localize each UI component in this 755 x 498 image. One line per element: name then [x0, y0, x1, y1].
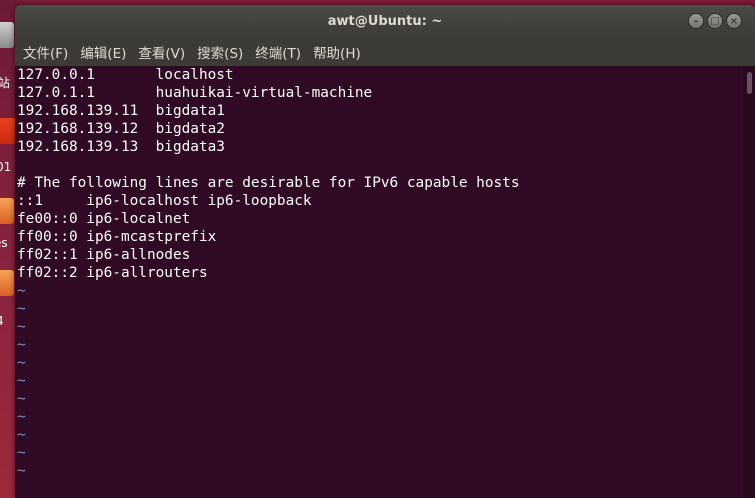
vim-tilde-marker: ~ — [17, 391, 26, 407]
app-icon-red[interactable] — [0, 118, 16, 144]
vim-tilde-marker: ~ — [17, 355, 26, 371]
vim-tilde-marker: ~ — [17, 409, 26, 425]
vim-tilde-marker: ~ — [17, 445, 26, 461]
minimize-button[interactable]: – — [688, 13, 704, 29]
terminal-line: ff02::1 ip6-allnodes — [17, 247, 191, 263]
vim-tilde-marker: ~ — [17, 301, 26, 317]
vim-tilde-marker: ~ — [17, 283, 26, 299]
terminal-line: fe00::0 ip6-localnet — [17, 211, 191, 227]
desktop-label-folder-2: 4 — [0, 314, 4, 328]
desktop-label-folder: es — [0, 236, 8, 250]
folder-icon[interactable] — [0, 198, 14, 224]
desktop-label-trash: 站 — [0, 76, 11, 90]
vim-tilde-marker: ~ — [17, 337, 26, 353]
menu-edit[interactable]: 编辑(E) — [80, 40, 126, 64]
terminal-window: awt@Ubuntu: ~ – □ × 文件(F) 编辑(E) 查看(V) 搜索… — [15, 5, 755, 498]
vim-tilde-marker: ~ — [17, 319, 26, 335]
desktop-label-app: 01 — [0, 160, 12, 174]
terminal-line: ff00::0 ip6-mcastprefix — [17, 229, 217, 245]
terminal-line: ff02::2 ip6-allrouters — [17, 265, 208, 281]
menu-search[interactable]: 搜索(S) — [197, 40, 243, 64]
maximize-button[interactable]: □ — [707, 13, 723, 29]
menu-help[interactable]: 帮助(H) — [313, 40, 361, 64]
desktop-background: 站 01 es 4 — [0, 0, 16, 498]
terminal-line: ::1 ip6-localhost ip6-loopback — [17, 193, 312, 209]
terminal-line: 192.168.139.12 bigdata2 — [17, 121, 225, 137]
trash-icon[interactable] — [0, 22, 14, 48]
menu-file[interactable]: 文件(F) — [23, 40, 68, 64]
empty-buffer-lines: ~ ~ ~ ~ ~ ~ ~ ~ ~ ~ ~ — [15, 282, 743, 480]
terminal-line: 127.0.1.1 huahuikai-virtual-machine — [17, 85, 373, 101]
folder-icon-2[interactable] — [0, 270, 14, 296]
terminal-content[interactable]: 127.0.0.1 localhost 127.0.1.1 huahuikai-… — [15, 66, 743, 498]
close-button[interactable]: × — [726, 13, 742, 29]
scrollbar[interactable] — [743, 66, 755, 498]
terminal-line: 192.168.139.11 bigdata1 — [17, 103, 225, 119]
window-title: awt@Ubuntu: ~ — [327, 14, 443, 29]
terminal-line: 192.168.139.13 bigdata3 — [17, 139, 225, 155]
menu-terminal[interactable]: 终端(T) — [255, 40, 301, 64]
vim-tilde-marker: ~ — [17, 427, 26, 443]
menu-view[interactable]: 查看(V) — [138, 40, 185, 64]
menu-bar: 文件(F) 编辑(E) 查看(V) 搜索(S) 终端(T) 帮助(H) — [15, 38, 755, 66]
terminal-comment-line: # The following lines are desirable for … — [17, 175, 520, 191]
window-controls: – □ × — [688, 13, 742, 29]
title-bar[interactable]: awt@Ubuntu: ~ – □ × — [15, 5, 755, 38]
scrollbar-thumb[interactable] — [747, 72, 752, 94]
terminal-line: 127.0.0.1 localhost — [17, 67, 234, 83]
vim-tilde-marker: ~ — [17, 373, 26, 389]
vim-tilde-marker: ~ — [17, 463, 26, 479]
